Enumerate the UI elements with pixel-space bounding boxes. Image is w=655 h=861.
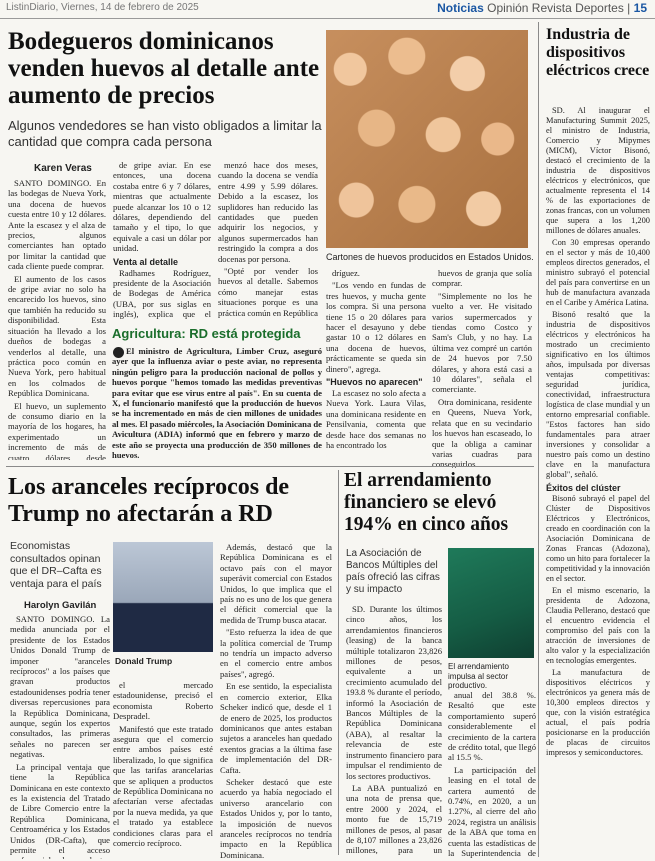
sidebar-body: SD. Al inaugurar el Manufacturing Summit… (546, 106, 650, 757)
lease-deck: La Asociación de Bancos Múltiples del pa… (346, 548, 440, 595)
agri-title: Agricultura: RD está protegida (112, 326, 301, 341)
header-dateline: ListinDiario, Viernes, 14 de febrero de … (6, 2, 199, 13)
tariff-deck: Economistas consultados opinan que el DR… (10, 540, 102, 590)
page-number: 15 (633, 1, 647, 15)
tariff-byline: Harolyn Gavilán (24, 600, 97, 611)
lease-col2: anual del 38.8 %. Resaltó que este compo… (448, 690, 536, 858)
egg-col2: de gripe aviar. En ese entonces, una doc… (113, 160, 211, 320)
egg-subhead-detalle: Venta al detalle (113, 256, 179, 267)
egg-byline: Karen Veras (34, 163, 92, 174)
egg-col5: huevos de granja que solía comprar. "Simp… (432, 268, 532, 468)
egg-headline: Bodegueros dominicanos venden huevos al … (8, 28, 320, 109)
nav-links[interactable]: Opinión Revista Deportes (487, 1, 624, 15)
lease-photo-caption: El arrendamiento impulsa al sector produ… (448, 662, 509, 690)
sidebar-divider (538, 22, 539, 857)
trump-photo (113, 542, 213, 652)
trump-photo-caption: Donald Trump (115, 656, 173, 666)
egg-deck: Algunos vendedores se han visto obligado… (8, 118, 322, 149)
tariff-col1: SANTO DOMINGO. La medida anunciada por e… (10, 614, 110, 859)
lease-col1: SD. Durante los últimos cinco años, los … (346, 604, 442, 858)
egg-col4: dríguez. "Los vendo en fundas de tres hue… (326, 268, 426, 451)
egg-col3: menzó hace dos meses, cuando la docena s… (218, 160, 318, 318)
eggs-photo (326, 30, 528, 248)
lease-headline: El arrendamiento financiero se elevó 194… (344, 470, 509, 535)
header-nav: Noticias Opinión Revista Deportes | 15 (437, 1, 647, 15)
section-label[interactable]: Noticias (437, 1, 484, 15)
lease-photo (448, 548, 534, 658)
egg-col1: SANTO DOMINGO. En las bodegas de Nueva Y… (8, 178, 106, 460)
sidebar-subhead: Éxitos del clúster (546, 483, 621, 493)
sidebar-headline: Industria de dispositivos eléctricos cre… (546, 26, 650, 79)
egg-subhead-huevos: "Huevos no aparecen" (326, 377, 423, 388)
agri-text: El ministro de Agricultura, Limber Cruz,… (112, 346, 322, 458)
tariff-col2: el mercado estadounidense, precisó el ec… (113, 680, 213, 849)
section-divider (6, 466, 534, 467)
tariff-headline: Los aranceles recíprocos de Trump no afe… (8, 474, 290, 527)
eggs-photo-caption: Cartones de huevos producidos en Estados… (326, 252, 534, 262)
tariff-col3: Además, destacó que la República Dominic… (220, 542, 332, 858)
column-divider (338, 470, 339, 855)
